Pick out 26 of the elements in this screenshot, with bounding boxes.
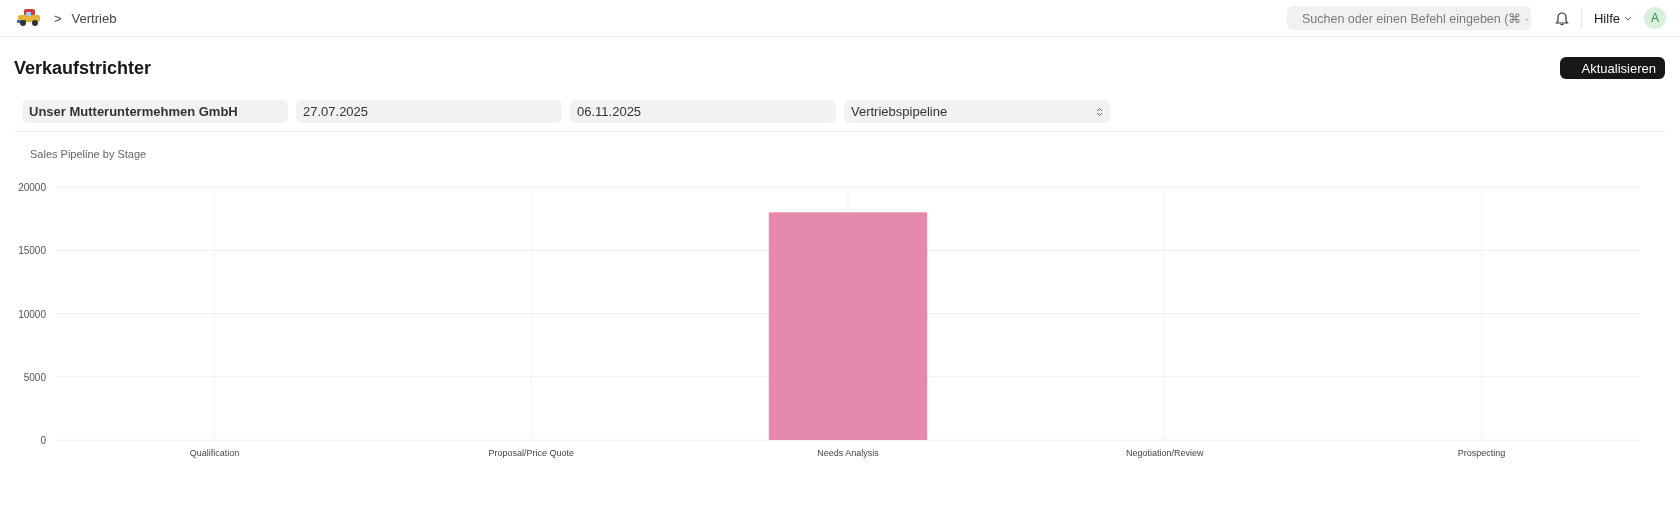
axis-label: 20000 bbox=[18, 182, 46, 193]
filter-field[interactable]: 27.07.2025 bbox=[296, 100, 562, 123]
help-menu[interactable]: Hilfe bbox=[1594, 10, 1632, 26]
car-logo-icon[interactable] bbox=[16, 8, 42, 28]
filter-field[interactable]: Unser Mutteruntermehmen GmbH bbox=[22, 100, 288, 123]
bell-icon[interactable] bbox=[1555, 10, 1569, 26]
axis-label: 15000 bbox=[18, 245, 46, 257]
axis-label: Prospecting bbox=[1457, 448, 1506, 458]
axis-label: 0 bbox=[40, 435, 46, 446]
page-title: Verkaufstrichter bbox=[14, 57, 152, 79]
user-avatar[interactable]: A bbox=[1644, 7, 1666, 29]
refresh-button[interactable]: Aktualisieren bbox=[1559, 57, 1665, 79]
axis-label: 10000 bbox=[18, 308, 46, 320]
breadcrumb-link[interactable]: Vertrieb bbox=[71, 10, 117, 26]
select-field[interactable]: Vertriebspipeline bbox=[844, 100, 1110, 123]
filter-field[interactable]: 06.11.2025 bbox=[570, 100, 836, 123]
select-arrows-icon bbox=[1096, 106, 1103, 117]
axis-label: Qualification bbox=[189, 448, 240, 458]
chart-title: Sales Pipeline by Stage bbox=[30, 148, 147, 160]
breadcrumb-separator: > bbox=[54, 10, 62, 26]
axis-label: Negotiation/Review bbox=[1126, 448, 1204, 458]
axis-label: Needs Analysis bbox=[817, 448, 879, 458]
axis-label: Proposal/Price Quote bbox=[488, 448, 574, 458]
axis-label: 5000 bbox=[23, 371, 46, 383]
chevron-down-icon bbox=[1624, 15, 1632, 21]
search-field[interactable]: Suchen oder einen Befehl eingeben (⌘ · bbox=[1287, 6, 1531, 30]
